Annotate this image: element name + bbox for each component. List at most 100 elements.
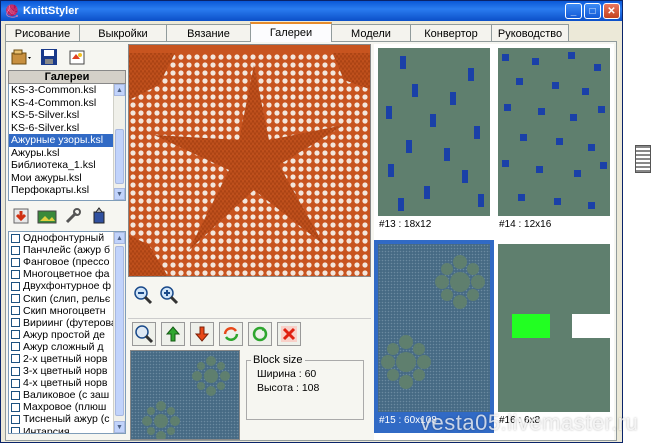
tab-guide[interactable]: Руководство [491,24,569,42]
scroll-thumb[interactable] [115,129,124,184]
tab-drawing[interactable]: Рисование [5,24,80,42]
tab-converter[interactable]: Конвертор [410,24,492,42]
gallery-list[interactable]: KS-3-Common.ksl KS-4-Common.ksl KS-5-Sil… [8,84,126,201]
tools-icon[interactable] [62,205,84,227]
pattern-type-item[interactable]: Двухфонтурное ф [9,280,115,292]
pattern-type-item[interactable]: Махровое (плюш [9,401,115,413]
pattern-checkbox[interactable] [11,257,20,267]
gallery-list-scrollbar[interactable]: ▲ ▼ [113,84,125,200]
move-up-icon[interactable] [161,321,185,346]
pattern-checkbox[interactable] [11,427,20,433]
pattern-actions-toolbar [128,318,371,348]
pattern-type-item[interactable]: Интарсия [9,425,115,434]
picture-icon[interactable] [36,205,58,227]
paint-icon[interactable] [88,205,110,227]
gallery-item[interactable]: KS-4-Common.ksl [9,97,113,110]
gallery-item[interactable]: Мои ажуры.ksl [9,172,113,185]
maximize-button[interactable]: □ [584,3,601,19]
pattern-type-label: Валиковое (с заш [23,389,110,402]
pattern-type-item[interactable]: Валиковое (с заш [9,389,115,401]
gallery-thumbnail[interactable]: #16 : 6x8 [494,240,614,433]
pattern-checkbox[interactable] [11,366,20,376]
pattern-type-item[interactable]: Ажур сложный д [9,341,115,353]
pattern-list-scrollbar[interactable]: ▲ ▼ [113,232,125,433]
block-height-label: Высота : [257,382,299,394]
pattern-type-item[interactable]: Фанговое (прессо [9,256,115,268]
gallery-item[interactable]: KS-6-Silver.ksl [9,122,113,135]
pattern-checkbox[interactable] [11,342,20,352]
close-button[interactable]: ✕ [603,3,620,19]
import-icon[interactable] [10,205,32,227]
tab-patterns[interactable]: Выкройки [79,24,167,42]
pattern-type-label: 3-х цветный норв [23,365,108,378]
pattern-type-item[interactable]: Скип (слип, рельє [9,292,115,305]
pattern-type-item[interactable]: Панчлейс (ажур б [9,244,115,256]
pattern-type-label: Интарсия [23,425,70,434]
scroll-up-icon[interactable]: ▲ [114,84,125,96]
zoom-in-icon[interactable] [158,284,180,306]
search-icon[interactable] [132,321,156,346]
pattern-checkbox[interactable] [11,378,20,388]
thumbnail-14-image [498,48,610,216]
gallery-toolbar [8,44,126,70]
pattern-type-label: Однофонтурный [23,232,105,245]
pattern-type-item[interactable]: 4-х цветный норв [9,377,115,389]
gallery-item[interactable]: Библиотека_1.ksl [9,159,113,172]
gallery-thumbnail-selected[interactable]: #15 : 60x108 [374,240,494,433]
pattern-checkbox[interactable] [11,269,20,279]
pattern-checkbox[interactable] [11,294,20,304]
zoom-out-icon[interactable] [132,284,154,306]
pattern-checkbox[interactable] [11,318,20,328]
page-scrollbar[interactable] [628,0,658,443]
page-scroll-thumb[interactable] [635,145,651,173]
gallery-item[interactable]: Перфокарты.ksl [9,184,113,197]
refresh-icon[interactable] [219,321,243,346]
tab-knitting[interactable]: Вязание [166,24,251,42]
pattern-type-list[interactable]: Однофонтурный Панчлейс (ажур б Фанговое (п… [8,231,126,434]
save-icon[interactable] [38,46,60,68]
pattern-type-label: Тисненый ажур (с [23,413,110,426]
thumbnail-caption: #14 : 12x16 [499,219,552,230]
pattern-checkbox[interactable] [11,354,20,364]
pattern-checkbox[interactable] [11,281,20,291]
scroll-thumb[interactable] [115,246,124,416]
pattern-type-item[interactable]: Ажур простой де [9,329,115,341]
gallery-item[interactable]: KS-3-Common.ksl [9,84,113,97]
gallery-item-selected[interactable]: Ажурные узоры.ksl [9,134,113,147]
pattern-checkbox[interactable] [11,402,20,412]
thumbnail-caption: #13 : 18x12 [379,219,432,230]
pattern-type-item[interactable]: Однофонтурный [9,232,115,244]
scroll-up-icon[interactable]: ▲ [114,232,125,244]
pattern-type-item[interactable]: 2-х цветный норв [9,353,115,365]
gallery-properties-icon[interactable] [66,46,88,68]
pattern-type-item[interactable]: 3-х цветный норв [9,365,115,377]
app-window: 🧶 KnittStyler _ □ ✕ Рисование Выкройки В… [0,0,623,443]
block-height-value: 108 [301,382,320,394]
pattern-type-item[interactable]: Вириинг (футерова [9,317,115,329]
pattern-checkbox[interactable] [11,233,20,243]
minimize-button[interactable]: _ [565,3,582,19]
delete-icon[interactable] [277,321,301,346]
gallery-thumbnail[interactable]: #13 : 18x12 [374,44,494,237]
pattern-type-item[interactable]: Тисненый ажур (с [9,413,115,425]
pattern-checkbox[interactable] [11,414,20,424]
pattern-type-item[interactable]: Скип многоцветн [9,305,115,317]
gallery-thumbnail[interactable]: #14 : 12x16 [494,44,614,237]
gallery-item[interactable]: KS-5-Silver.ksl [9,109,113,122]
tab-models[interactable]: Модели [331,24,411,42]
gallery-item[interactable]: Ажуры.ksl [9,147,113,160]
pattern-toolbar [8,201,126,231]
pattern-checkbox[interactable] [11,306,20,316]
move-down-icon[interactable] [190,321,214,346]
pattern-checkbox[interactable] [11,390,20,400]
pattern-type-label: Махровое (плюш [23,401,107,414]
title-bar[interactable]: 🧶 KnittStyler _ □ ✕ [1,1,622,21]
tab-galleries[interactable]: Галереи [250,22,332,42]
scroll-down-icon[interactable]: ▼ [114,188,125,200]
scroll-down-icon[interactable]: ▼ [114,421,125,433]
pattern-checkbox[interactable] [11,330,20,340]
open-gallery-icon[interactable] [10,46,32,68]
rotate-icon[interactable] [248,321,272,346]
pattern-type-item[interactable]: Многоцветное фа [9,268,115,280]
pattern-checkbox[interactable] [11,245,20,255]
